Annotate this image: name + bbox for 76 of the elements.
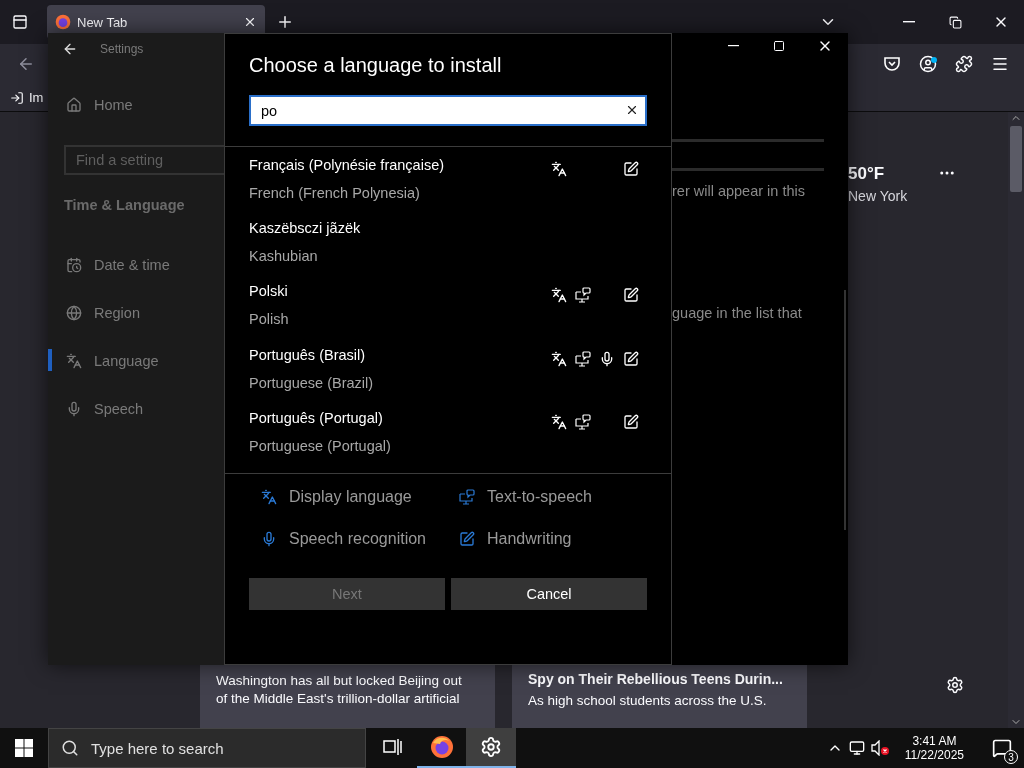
firefox-icon [55, 14, 71, 30]
language-english-name: Portuguese (Portugal) [249, 437, 392, 454]
language-english-name: French (French Polynesia) [249, 185, 421, 201]
window-title: Settings [100, 42, 144, 56]
news-summary: As high school students across the U.S. [528, 692, 768, 710]
description-text: rer will appear in this [672, 183, 806, 199]
section-heading: Time & Language [63, 196, 186, 215]
minimize-icon [903, 21, 915, 23]
language-english-name: Polish [249, 311, 290, 328]
firefox-icon [430, 735, 454, 759]
language-option[interactable]: Français (Polynésie française) French (French Polynesia) [225, 157, 671, 221]
language-search-field[interactable]: po [249, 95, 647, 126]
news-summary: Washington has all but locked Beijing out of the Middle East's trillion-dollar artificial [216, 672, 463, 708]
maximize-icon [773, 40, 785, 52]
legend-label: Text-to-speech [487, 488, 592, 506]
legend-label: Speech recognition [289, 530, 426, 548]
scrollbar-thumb[interactable] [1010, 126, 1022, 192]
language-native-name: Kaszëbsczi jãzëk [249, 220, 362, 237]
language-native-name: Français (Polynésie française) [249, 157, 446, 173]
description-text: guage in the list that [672, 305, 803, 321]
legend-label: Display language [289, 488, 412, 506]
network-icon[interactable] [848, 740, 865, 756]
home-icon [66, 97, 82, 113]
settings-icon [480, 736, 502, 758]
cancel-button[interactable]: Cancel [451, 578, 647, 610]
sidebar-item[interactable]: Language [48, 337, 224, 385]
language-english-name: Portuguese (Brazil) [249, 374, 375, 391]
account-icon [919, 55, 937, 73]
globe-icon [66, 305, 82, 321]
clear-icon [625, 103, 639, 117]
language-icon [261, 489, 277, 505]
pen-icon [459, 531, 475, 547]
sidebar-item[interactable]: Speech [48, 385, 224, 433]
language-native-name: Polski [249, 283, 289, 300]
close-icon[interactable] [243, 15, 257, 29]
pocket-icon [883, 56, 901, 72]
language-english-name: Kashubian [249, 248, 319, 265]
search-icon [61, 739, 79, 757]
language-option[interactable]: Polski Polish [225, 283, 671, 347]
windows-logo-icon [15, 739, 33, 757]
clear-button[interactable] [625, 103, 639, 117]
weather-temperature: 50°F [848, 164, 886, 184]
home-nav-item[interactable]: Home [48, 81, 224, 129]
plus-icon [276, 13, 294, 31]
language-native-name: Português (Brasil) [249, 346, 367, 363]
notification-count: 3 [1004, 750, 1018, 764]
puzzle-icon [955, 55, 973, 73]
calendar-clock-icon [66, 257, 82, 273]
news-headline: Spy on Their Rebellious Teens Durin... [528, 670, 783, 688]
back-icon[interactable] [62, 41, 78, 57]
taskbar-clock[interactable]: 3:41 AM 11/22/2025 [894, 734, 974, 762]
notification-dot [931, 57, 937, 63]
volume-muted-icon[interactable] [870, 740, 889, 756]
dialog-title: Choose a language to install [249, 54, 503, 77]
monitor-speech-icon [459, 489, 475, 505]
restore-icon [948, 15, 962, 29]
weather-city: New York [848, 188, 909, 204]
minimize-icon [727, 45, 739, 47]
microphone-icon [66, 401, 82, 417]
language-icon [66, 353, 82, 369]
taskbar-app-button[interactable] [466, 728, 516, 768]
sidebar-item[interactable]: Date & time [48, 241, 224, 289]
language-option[interactable]: Português (Portugal) Portuguese (Portugal) [225, 409, 671, 473]
taskbar-search-field[interactable]: Type here to search [48, 728, 366, 768]
tab-list-icon [12, 14, 28, 30]
task-view-icon [383, 738, 403, 756]
settings-icon[interactable] [946, 676, 964, 694]
legend-label: Handwriting [487, 530, 572, 548]
language-option[interactable]: Kaszëbsczi jãzëk Kashubian [225, 220, 671, 284]
menu-icon [991, 55, 1009, 73]
language-option[interactable]: Português (Brasil) Portuguese (Brazil) [225, 346, 671, 410]
microphone-icon [261, 531, 277, 547]
import-icon [10, 90, 24, 105]
sidebar-item[interactable]: Region [48, 289, 224, 337]
bookmark-item[interactable]: Im [10, 90, 44, 105]
language-native-name: Português (Portugal) [249, 409, 384, 426]
